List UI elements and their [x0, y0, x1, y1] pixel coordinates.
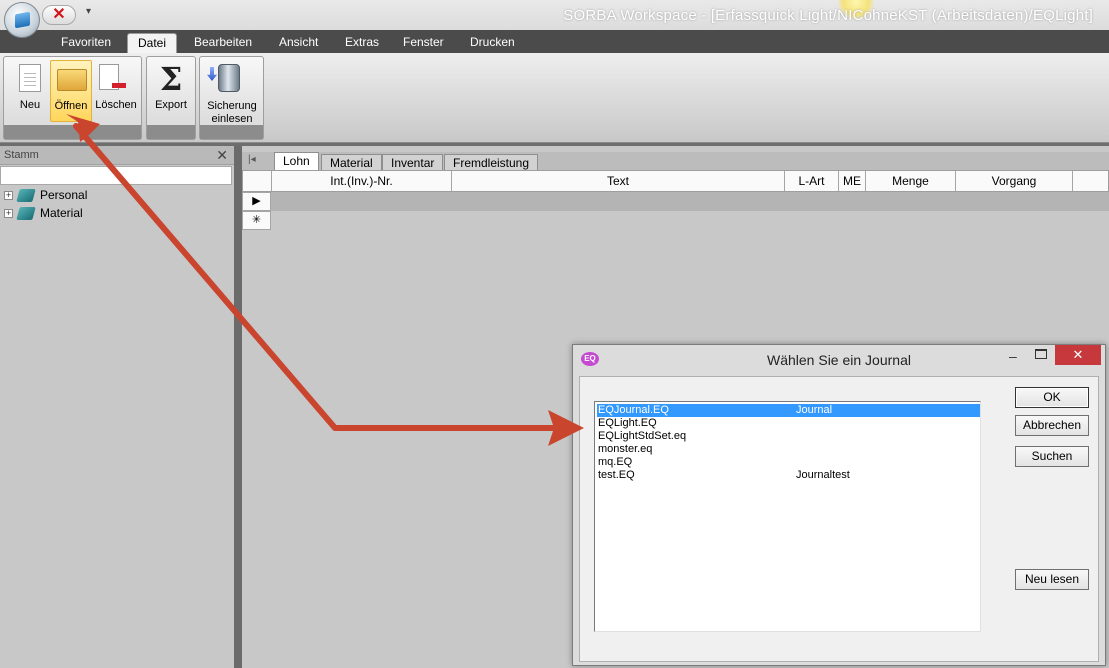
new-row[interactable]: ✳ [242, 211, 1109, 230]
sigma-icon: Σ [159, 60, 183, 98]
maximize-icon[interactable] [1035, 349, 1047, 359]
open-button[interactable]: Öffnen [50, 60, 92, 122]
list-item[interactable]: EQJournal.EQ Journal [597, 404, 980, 417]
close-icon[interactable]: ✕ [1055, 345, 1101, 365]
tab-strip: |◂ Lohn Material Inventar Fremdleistung [242, 152, 1109, 170]
panel-filter-input[interactable] [0, 166, 232, 185]
quick-access-close-icon[interactable]: ✕ [42, 5, 76, 25]
journal-list[interactable]: EQJournal.EQ Journal EQLight.EQ EQLightS… [594, 401, 981, 632]
menu-bar: Favoriten Datei Bearbeiten Ansicht Extra… [0, 30, 1109, 53]
list-item[interactable]: monster.eq [597, 443, 980, 456]
book-icon [16, 207, 36, 220]
app-menu-orb-icon[interactable] [4, 2, 40, 38]
stamm-panel: Stamm ✕ + Personal + Material [0, 146, 234, 668]
minimize-icon[interactable]: – [1009, 348, 1017, 364]
reload-button[interactable]: Neu lesen [1015, 569, 1089, 590]
current-row-icon: ▶ [242, 192, 271, 211]
panel-header: Stamm ✕ [0, 146, 234, 165]
menu-bearbeiten[interactable]: Bearbeiten [194, 35, 252, 49]
quick-access-dropdown-icon[interactable]: ▾ [86, 6, 91, 17]
dialog-title: Wählen Sie ein Journal [767, 352, 911, 368]
column-header[interactable]: Vorgang [956, 171, 1073, 191]
menu-datei[interactable]: Datei [127, 33, 178, 53]
list-item[interactable]: EQLightStdSet.eq [597, 430, 980, 443]
new-document-icon [19, 64, 41, 92]
list-item[interactable]: test.EQ Journaltest [597, 469, 980, 482]
panel-splitter[interactable] [234, 146, 242, 668]
menu-favoriten[interactable]: Favoriten [61, 35, 111, 49]
grid-header: Int.(Inv.)-Nr. Text L-Art ME Menge Vorga… [242, 170, 1109, 192]
database-import-icon [218, 64, 240, 92]
menu-extras[interactable]: Extras [345, 35, 379, 49]
table-row[interactable]: ▶ [242, 192, 1109, 211]
ok-button[interactable]: OK [1015, 387, 1089, 408]
menu-ansicht[interactable]: Ansicht [279, 35, 318, 49]
book-icon [16, 189, 36, 202]
tab-lohn[interactable]: Lohn [274, 152, 319, 170]
ribbon: Neu Öffnen Löschen Σ Export Sicherung ei… [0, 53, 1109, 143]
tab-fremdleistung[interactable]: Fremdleistung [444, 154, 539, 170]
search-button[interactable]: Suchen [1015, 446, 1089, 467]
tab-first-icon[interactable]: |◂ [248, 154, 256, 165]
column-header[interactable]: ME [839, 171, 866, 191]
journal-dialog: EQ Wählen Sie ein Journal – ✕ EQJournal.… [572, 344, 1106, 666]
title-bar: ✕ ▾ SORBA Workspace - [Erfassquick Light… [0, 0, 1109, 30]
menu-fenster[interactable]: Fenster [403, 35, 444, 49]
new-row-icon: ✳ [242, 211, 271, 230]
column-header[interactable]: Int.(Inv.)-Nr. [272, 171, 452, 191]
tab-inventar[interactable]: Inventar [382, 154, 444, 170]
list-item[interactable]: EQLight.EQ [597, 417, 980, 430]
ribbon-group-file: Neu Öffnen Löschen [3, 56, 142, 140]
window-title: SORBA Workspace - [Erfassquick Light/NIC… [563, 7, 1093, 24]
restore-backup-button[interactable]: Sicherung einlesen [202, 60, 262, 125]
expand-icon[interactable]: + [4, 191, 13, 200]
column-header[interactable]: Text [452, 171, 785, 191]
delete-document-icon [99, 64, 126, 90]
ribbon-group-export: Σ Export [146, 56, 196, 140]
dialog-title-bar: EQ Wählen Sie ein Journal – ✕ [573, 345, 1105, 374]
menu-drucken[interactable]: Drucken [470, 35, 515, 49]
list-item[interactable]: mq.EQ [597, 456, 980, 469]
delete-button[interactable]: Löschen [93, 60, 139, 122]
ribbon-group-backup: Sicherung einlesen [199, 56, 264, 140]
export-button[interactable]: Σ Export [149, 60, 193, 122]
folder-open-icon [57, 69, 87, 91]
new-button[interactable]: Neu [10, 60, 50, 122]
cancel-button[interactable]: Abbrechen [1015, 415, 1089, 436]
panel-title: Stamm [4, 149, 39, 161]
row-header-corner [243, 171, 272, 191]
dialog-body: EQJournal.EQ Journal EQLight.EQ EQLightS… [579, 376, 1099, 662]
expand-icon[interactable]: + [4, 209, 13, 218]
column-header[interactable]: Menge [866, 171, 956, 191]
close-icon[interactable]: ✕ [216, 147, 228, 164]
column-header[interactable]: L-Art [785, 171, 839, 191]
tab-material[interactable]: Material [321, 154, 382, 170]
